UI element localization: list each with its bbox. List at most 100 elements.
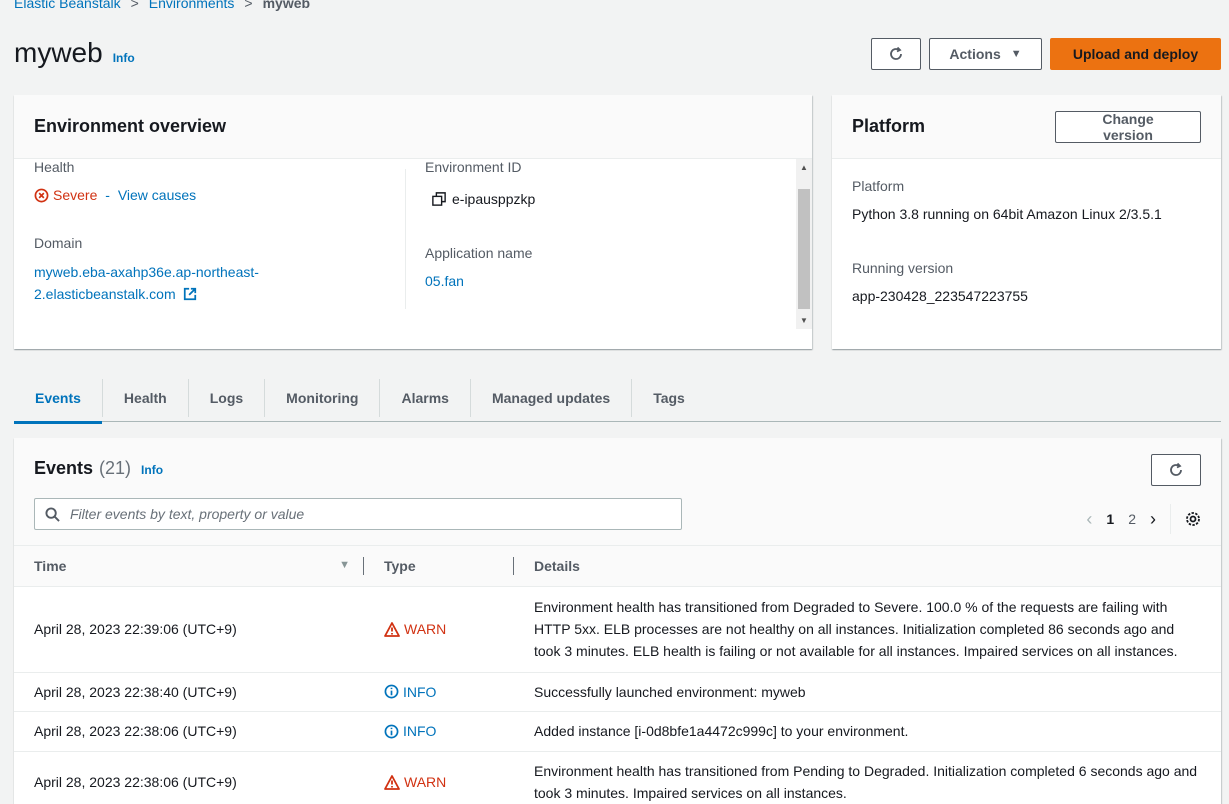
platform-title: Platform (852, 116, 926, 136)
event-details: Added instance [i-0d8bfe1a4472c999c] to … (514, 711, 1221, 752)
info-icon (384, 724, 399, 738)
event-type: WARN (364, 586, 514, 673)
domain-line-1: myweb.eba-axahp36e.ap-northeast- (34, 264, 259, 280)
events-panel: Events (21) Info ‹ 1 2 › Time ▼ (14, 438, 1221, 804)
actions-dropdown[interactable]: Actions ▼ (929, 38, 1042, 70)
actions-label: Actions (949, 46, 1001, 62)
tab-alarms[interactable]: Alarms (380, 378, 471, 417)
app-name-link[interactable]: 05.fan (425, 273, 785, 289)
event-details: Environment health has transitioned from… (514, 751, 1221, 804)
severe-icon (34, 188, 49, 202)
upload-deploy-button[interactable]: Upload and deploy (1050, 38, 1221, 70)
events-refresh-button[interactable] (1151, 454, 1201, 486)
event-details: Environment health has transitioned from… (514, 586, 1221, 673)
tab-monitoring[interactable]: Monitoring (265, 378, 381, 417)
overview-scrollbar[interactable]: ▲ ▼ (796, 159, 812, 329)
table-row: April 28, 2023 22:38:06 (UTC+9) INFO Add… (14, 711, 1221, 752)
overview-title: Environment overview (34, 116, 227, 136)
sort-down-icon[interactable]: ▼ (339, 559, 350, 571)
event-type-label: INFO (403, 723, 437, 739)
env-id-value: e-ipausppzkp (425, 191, 785, 207)
scroll-down-icon[interactable]: ▼ (800, 316, 808, 325)
page-2[interactable]: 2 (1128, 511, 1136, 527)
overview-body: Health Severe - View causes Domain myweb… (14, 159, 812, 349)
health-dash: - (101, 187, 114, 203)
tab-events[interactable]: Events (14, 378, 103, 424)
event-type-label: WARN (404, 621, 447, 637)
column-type[interactable]: Type (364, 546, 514, 587)
event-type: INFO (364, 711, 514, 752)
title-info-link[interactable]: Info (113, 51, 135, 65)
platform-header: Platform Change version (832, 95, 1221, 159)
overview-left-column: Health Severe - View causes Domain myweb… (34, 159, 394, 305)
refresh-icon (890, 46, 902, 60)
health-value: Severe - View causes (34, 187, 394, 203)
view-causes-link[interactable]: View causes (118, 187, 196, 203)
caret-down-icon: ▼ (1010, 48, 1022, 60)
column-divider (405, 169, 406, 309)
tab-logs[interactable]: Logs (189, 378, 266, 417)
domain-link[interactable]: myweb.eba-axahp36e.ap-northeast- 2.elast… (34, 261, 394, 305)
warning-icon (384, 621, 400, 637)
search-icon (45, 506, 60, 522)
events-search-input[interactable] (70, 506, 660, 522)
tab-health[interactable]: Health (103, 378, 189, 417)
overview-header: Environment overview (14, 95, 812, 159)
app-name-label: Application name (425, 245, 533, 261)
running-version-label: Running version (852, 260, 954, 276)
breadcrumb-environments[interactable]: Environments (149, 0, 235, 11)
settings-gear-icon[interactable] (1185, 511, 1201, 527)
event-type-label: WARN (404, 774, 447, 790)
warning-icon (384, 774, 400, 790)
prev-page-icon[interactable]: ‹ (1086, 509, 1092, 530)
table-header-row: Time ▼ Type Details (14, 546, 1221, 587)
domain-label: Domain (34, 235, 83, 251)
table-row: April 28, 2023 22:38:40 (UTC+9) INFO Suc… (14, 672, 1221, 712)
events-title: Events (34, 458, 94, 478)
health-status: Severe (53, 187, 98, 203)
event-type: WARN (364, 751, 514, 804)
column-details-label: Details (534, 557, 580, 574)
env-id: e-ipausppzkp (452, 191, 536, 207)
tab-bar: Events Health Logs Monitoring Alarms Man… (14, 374, 1221, 424)
event-details: Successfully launched environment: myweb (514, 672, 1221, 712)
breadcrumb: Elastic Beanstalk > Environments > myweb (14, 0, 310, 11)
breadcrumb-current: myweb (262, 0, 311, 11)
platform-label: Platform (852, 178, 905, 194)
breadcrumb-separator: > (244, 0, 253, 11)
table-row: April 28, 2023 22:38:06 (UTC+9) WARN Env… (14, 751, 1221, 804)
info-icon (384, 684, 399, 699)
column-time[interactable]: Time ▼ (14, 546, 364, 587)
scroll-up-icon[interactable]: ▲ (800, 163, 808, 172)
pagination: ‹ 1 2 › (1086, 504, 1201, 534)
pager-divider (1170, 504, 1171, 534)
column-details[interactable]: Details (514, 546, 1221, 587)
events-count: (21) (99, 458, 132, 478)
platform-panel: Platform Change version Platform Python … (832, 95, 1221, 349)
header-actions: Actions ▼ Upload and deploy (871, 38, 1221, 70)
events-info-link[interactable]: Info (141, 463, 163, 477)
tab-tags[interactable]: Tags (632, 379, 706, 417)
external-link-icon (183, 287, 196, 301)
refresh-button[interactable] (871, 38, 921, 70)
breadcrumb-elastic-beanstalk[interactable]: Elastic Beanstalk (14, 0, 121, 11)
event-time: April 28, 2023 22:38:06 (UTC+9) (14, 711, 364, 752)
scroll-thumb[interactable] (798, 189, 810, 309)
event-time: April 28, 2023 22:38:40 (UTC+9) (14, 672, 364, 712)
breadcrumb-separator: > (130, 0, 139, 11)
page-1[interactable]: 1 (1106, 511, 1114, 527)
health-label: Health (34, 159, 75, 175)
domain-line-2: 2.elasticbeanstalk.com (34, 286, 176, 302)
events-table: Time ▼ Type Details April 28, 2023 22:39… (14, 546, 1221, 804)
events-filter (34, 498, 682, 530)
event-type-label: INFO (403, 683, 437, 700)
page-header: myweb Info (14, 37, 135, 69)
change-version-button[interactable]: Change version (1055, 110, 1201, 143)
platform-body: Platform Python 3.8 running on 64bit Ama… (832, 159, 1221, 323)
event-time: April 28, 2023 22:38:06 (UTC+9) (14, 751, 364, 804)
next-page-icon[interactable]: › (1150, 509, 1156, 530)
copy-icon[interactable] (432, 192, 446, 206)
events-title-group: Events (21) Info (34, 458, 163, 479)
tab-managed-updates[interactable]: Managed updates (471, 378, 633, 417)
overview-right-column: Environment ID e-ipausppzkp Application … (425, 159, 785, 289)
